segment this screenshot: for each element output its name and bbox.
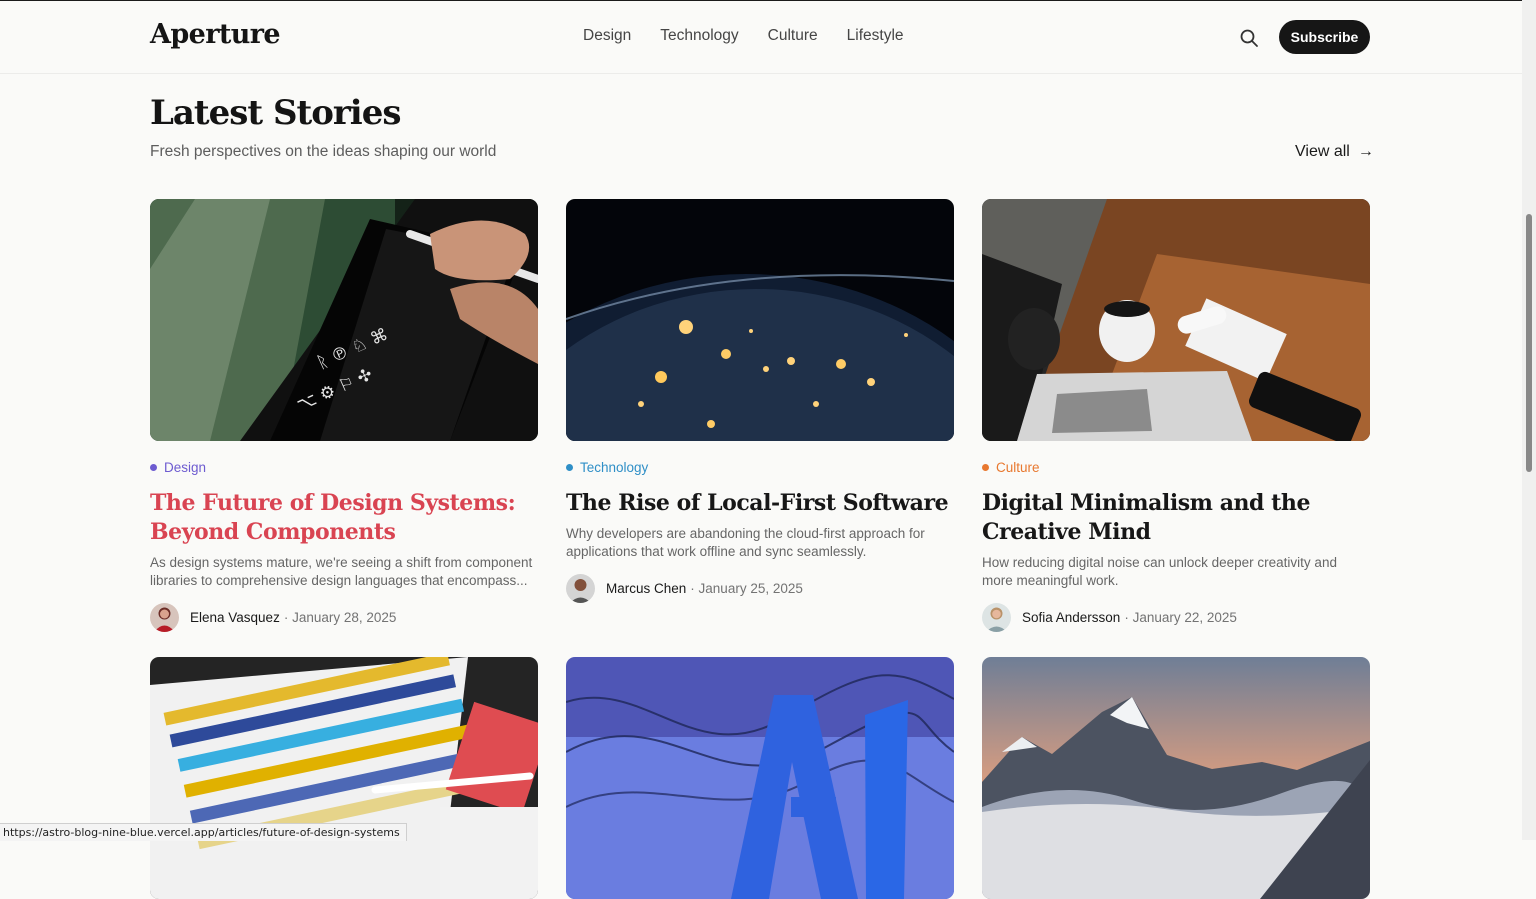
article-date: · January 25, 2025 [690, 581, 803, 596]
article-image[interactable] [150, 657, 538, 899]
tablet-stylus-image: ᚱ ℗ ♘ ⌘ ⌥ ⚙ ⚐ ✣ [150, 199, 538, 441]
author-name[interactable]: Sofia Andersson [1022, 610, 1120, 625]
article-excerpt: As design systems mature, we're seeing a… [150, 555, 533, 588]
nav-culture[interactable]: Culture [768, 27, 818, 45]
category-dot [566, 463, 573, 471]
author-avatar [150, 603, 179, 632]
article-byline: Sofia Andersson · January 22, 2025 [982, 603, 1370, 632]
author-avatar [566, 574, 595, 603]
author-name[interactable]: Marcus Chen [606, 581, 686, 596]
ai-letters-image [566, 657, 954, 899]
article-title[interactable]: The Rise of Local-First Software [566, 489, 954, 518]
article-card-preview[interactable] [566, 657, 954, 899]
site-logo[interactable]: Aperture [150, 19, 281, 50]
view-all-link[interactable]: View all → [1295, 143, 1374, 161]
color-swatches-image [150, 657, 538, 899]
main-navigation: Design Technology Culture Lifestyle [583, 27, 904, 45]
category-tag[interactable]: Technology [566, 458, 954, 476]
author-avatar [982, 603, 1011, 632]
article-byline: Marcus Chen · January 25, 2025 [566, 574, 954, 603]
article-card-preview[interactable] [982, 657, 1370, 899]
article-image[interactable] [982, 199, 1370, 441]
article-image[interactable] [566, 199, 954, 441]
article-date: · January 22, 2025 [1124, 610, 1237, 625]
article-title[interactable]: Digital Minimalism and the Creative Mind [982, 489, 1370, 547]
category-dot [150, 463, 157, 471]
article-date: · January 28, 2025 [283, 610, 397, 625]
subscribe-button[interactable]: Subscribe [1279, 20, 1370, 54]
page-scrollbar[interactable] [1522, 0, 1536, 840]
article-card-preview[interactable] [150, 657, 538, 899]
article-card[interactable]: ᚱ ℗ ♘ ⌘ ⌥ ⚙ ⚐ ✣ Design The Future of Des… [150, 199, 538, 632]
search-icon[interactable] [1239, 28, 1259, 48]
article-image[interactable] [982, 657, 1370, 899]
author-name[interactable]: Elena Vasquez [190, 610, 280, 625]
nav-design[interactable]: Design [583, 27, 631, 45]
page-title: Latest Stories [150, 93, 401, 133]
scrollbar-thumb[interactable] [1526, 214, 1532, 472]
nav-lifestyle[interactable]: Lifestyle [847, 27, 904, 45]
laptop-desk-image [982, 199, 1370, 441]
article-excerpt: How reducing digital noise can unlock de… [982, 555, 1337, 588]
category-dot [982, 463, 989, 471]
view-all-label: View all [1295, 143, 1350, 160]
article-image[interactable] [566, 657, 954, 899]
category-label: Culture [996, 459, 1040, 475]
article-card[interactable]: Technology The Rise of Local-First Softw… [566, 199, 954, 603]
mountain-sunset-image [982, 657, 1370, 899]
status-url-tooltip: https://astro-blog-nine-blue.vercel.app/… [0, 823, 407, 841]
article-byline: Elena Vasquez · January 28, 2025 [150, 603, 538, 632]
article-card[interactable]: Culture Digital Minimalism and the Creat… [982, 199, 1370, 632]
nav-technology[interactable]: Technology [660, 27, 738, 45]
category-tag[interactable]: Culture [982, 458, 1370, 476]
article-image[interactable]: ᚱ ℗ ♘ ⌘ ⌥ ⚙ ⚐ ✣ [150, 199, 538, 441]
site-header: Aperture Design Technology Culture Lifes… [0, 1, 1522, 74]
category-tag[interactable]: Design [150, 458, 538, 476]
article-excerpt: Why developers are abandoning the cloud-… [566, 526, 925, 559]
page-subtitle: Fresh perspectives on the ideas shaping … [150, 143, 497, 160]
article-title[interactable]: The Future of Design Systems: Beyond Com… [150, 489, 538, 547]
earth-night-image [566, 199, 954, 441]
category-label: Technology [580, 459, 649, 475]
category-label: Design [164, 459, 207, 475]
arrow-right-icon: → [1357, 143, 1374, 160]
